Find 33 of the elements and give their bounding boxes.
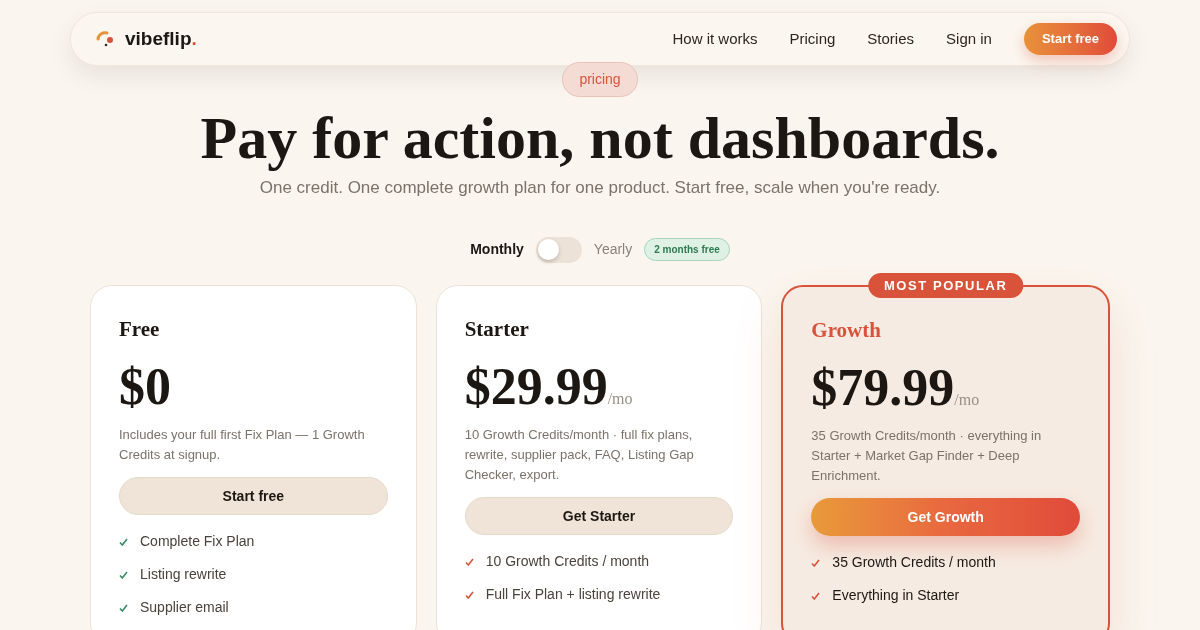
plan-description: 10 Growth Credits/month · full fix plans, rewrite, supplier pack, FAQ, Listing Gap Checker, export. (464, 426, 695, 484)
monthly-label: Monthly (470, 240, 524, 259)
feature-text: Complete Fix Plan (140, 532, 255, 551)
yearly-label: Yearly (593, 240, 633, 259)
plan-button[interactable]: Start free (119, 477, 388, 515)
plan-description: 35 Growth Credits/month · everything in Starter + Market Gap Finder + Deep Enrichment. (811, 427, 1043, 485)
plan-button[interactable]: Get Starter (464, 497, 734, 535)
price-period: /mo (607, 390, 633, 407)
plan-description: Includes your full first Fix Plan — 1 Growth Credits at signup. (119, 426, 366, 464)
feature-text: 10 Growth Credits / month (485, 552, 650, 571)
feature-text: Listing rewrite (140, 565, 227, 584)
discount-badge: 2 months free (644, 238, 730, 261)
popular-ribbon: MOST POPULAR (867, 272, 1024, 298)
brand-name: vibeflip. (125, 26, 197, 51)
nav-link[interactable]: How it works (672, 27, 758, 51)
nav-link[interactable]: Pricing (789, 27, 836, 51)
nav-link[interactable]: Sign in (946, 27, 992, 51)
plan-name: Starter (464, 315, 530, 343)
feature-text: Full Fix Plan + listing rewrite (485, 585, 661, 604)
feature-text: Everything in Starter (832, 586, 960, 605)
section-badge: pricing (562, 62, 638, 97)
plan-name: Growth (811, 316, 882, 344)
price-period: /mo (954, 391, 980, 408)
page-subtitle: One credit. One complete growth plan for one product. Start free, scale when you're ready. (259, 177, 941, 199)
plan-price: $0 (119, 361, 171, 413)
nav-link[interactable]: Stories (867, 27, 915, 51)
page-heading: Pay for action, not dashboards. (200, 107, 1000, 169)
feature-text: Supplier email (140, 598, 229, 617)
billing-toggle[interactable] (535, 236, 582, 263)
plan-price: $79.99 (811, 362, 955, 414)
feature-text: 35 Growth Credits / month (832, 553, 996, 572)
plan-name: Free (119, 315, 161, 343)
plan-price: $29.99 (464, 361, 608, 413)
